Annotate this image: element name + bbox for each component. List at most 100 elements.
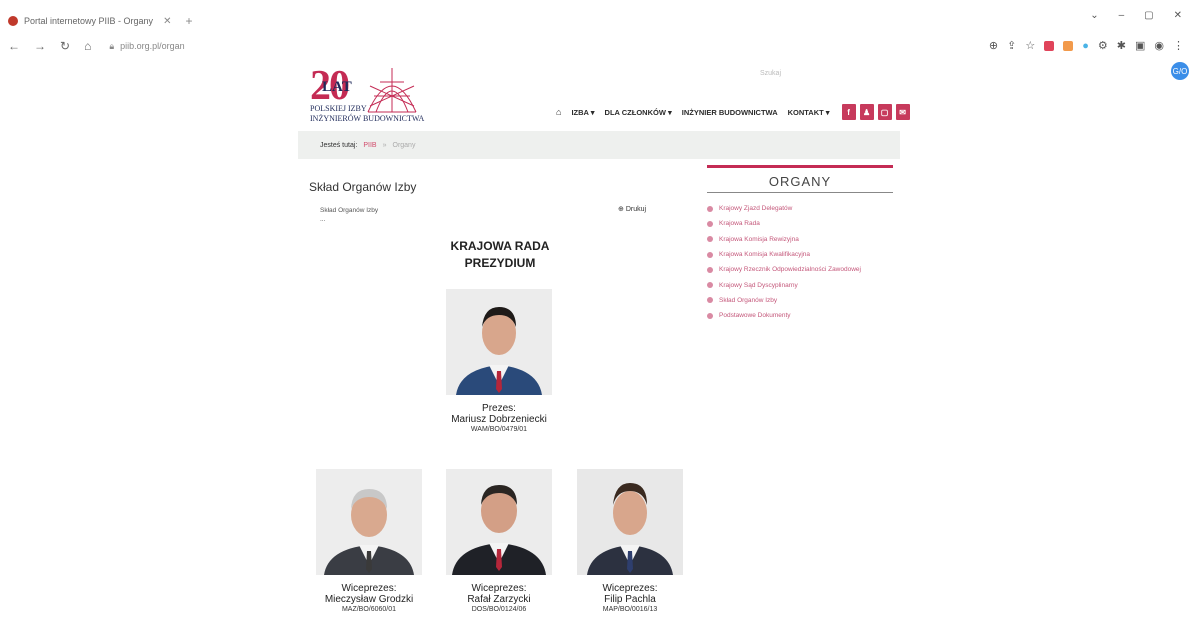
person-photo: [577, 469, 683, 575]
sidebar-item[interactable]: Krajowa Komisja Kwalifikacyjna: [707, 247, 893, 262]
portrait-icon: [446, 289, 552, 395]
extension-red-icon[interactable]: [1044, 40, 1055, 51]
sidebar-item[interactable]: Krajowa Rada: [707, 216, 893, 231]
tab-close-icon[interactable]: ✕: [163, 16, 171, 27]
portrait-icon: [446, 469, 552, 575]
url-text: piib.org.pl/organ: [120, 41, 185, 51]
nav-item-dla-czlonkow[interactable]: DLA CZŁONKÓW ▾: [605, 108, 672, 117]
bullet-icon: [707, 266, 713, 273]
site-favicon-icon: [8, 16, 18, 26]
bullet-icon: [707, 297, 713, 304]
person-card: Prezes: Mariusz Dobrzeniecki WAM/BO/0479…: [432, 289, 566, 433]
bookmark-star-icon[interactable]: ☆: [1025, 39, 1035, 52]
search-hint[interactable]: Szukaj: [760, 70, 781, 77]
sidebar-item[interactable]: Podstawowe Dokumenty: [707, 308, 893, 323]
window-controls: ⌄ – ▢ ✕: [1090, 10, 1182, 21]
menu-dots-icon[interactable]: ⋮: [1173, 39, 1184, 52]
sidepanel-icon[interactable]: ▣: [1135, 39, 1145, 52]
sidebar-item[interactable]: Krajowa Komisja Rewizyjna: [707, 232, 893, 247]
bullet-icon: [707, 251, 713, 258]
extension-gear-icon[interactable]: ⚙: [1098, 39, 1108, 52]
logo-dome-icon: [367, 68, 417, 113]
sidebar-item[interactable]: Krajowy Zjazd Delegatów: [707, 201, 893, 216]
person-photo: [446, 469, 552, 575]
back-icon[interactable]: ←: [8, 39, 20, 53]
social-links: f ♟ ▢ ✉: [841, 104, 910, 120]
logo-line-2: INŻYNIERÓW BUDOWNICTWA: [310, 114, 425, 123]
home-icon[interactable]: ⌂: [84, 39, 91, 53]
print-icon: ⊕: [618, 206, 624, 213]
zoom-icon[interactable]: ⊕: [989, 39, 998, 52]
person-role: Wiceprezes:: [471, 583, 527, 594]
close-window-icon[interactable]: ✕: [1174, 10, 1182, 21]
breadcrumb-separator-icon: »: [382, 141, 387, 149]
person-card: Wiceprezes: Mieczysław Grodzki MAZ/BO/60…: [302, 469, 436, 613]
extensions-puzzle-icon[interactable]: ✱: [1117, 39, 1126, 52]
person-id: MAP/BO/0016/13: [602, 606, 658, 613]
bullet-icon: [707, 205, 713, 212]
bullet-icon: [707, 282, 713, 289]
person-card: Wiceprezes: Filip Pachla MAP/BO/0016/13: [563, 469, 697, 613]
home-nav-icon[interactable]: ⌂: [556, 107, 561, 117]
person-id: MAZ/BO/6060/01: [341, 606, 397, 613]
breadcrumb-prefix: Jesteś tutaj:: [320, 141, 358, 149]
person-card: Wiceprezes: Rafał Zarzycki DOS/BO/0124/0…: [432, 469, 566, 613]
toc-box: Skład Organów Izby ...: [320, 206, 378, 224]
address-bar: ← → ↻ ⌂ 🔒︎ piib.org.pl/organ ⊕ ⇪ ☆ ● ⚙ ✱…: [0, 34, 1192, 58]
section-title: KRAJOWA RADA PREZYDIUM: [450, 239, 550, 270]
minimize-icon[interactable]: –: [1119, 10, 1125, 21]
sidebar-item[interactable]: Krajowy Rzecznik Odpowiedzialności Zawod…: [707, 262, 893, 277]
breadcrumb: Jesteś tutaj: PIIB » Organy: [298, 131, 900, 159]
portrait-icon: [316, 469, 422, 575]
bullet-icon: [707, 220, 713, 227]
chevron-down-icon[interactable]: ⌄: [1090, 10, 1098, 21]
reload-icon[interactable]: ↻: [60, 39, 70, 53]
nav-item-inzynier-budownictwa[interactable]: INŻYNIER BUDOWNICTWA: [682, 108, 778, 117]
mail-icon[interactable]: ✉: [895, 104, 910, 120]
bullet-icon: [707, 312, 713, 319]
user-icon[interactable]: ♟: [859, 104, 874, 120]
person-role: Wiceprezes:: [341, 583, 397, 594]
person-role: Wiceprezes:: [602, 583, 658, 594]
new-tab-icon[interactable]: +: [185, 14, 192, 28]
browser-tab[interactable]: Portal internetowy PIIB - Organy ✕ +: [8, 11, 192, 31]
person-photo: [316, 469, 422, 575]
main-nav: ⌂ IZBA ▾ DLA CZŁONKÓW ▾ INŻYNIER BUDOWNI…: [556, 104, 910, 120]
person-photo: [446, 289, 552, 395]
share-icon[interactable]: ⇪: [1007, 39, 1016, 52]
person-name: Mariusz Dobrzeniecki: [451, 414, 547, 425]
portrait-icon: [577, 469, 683, 575]
facebook-icon[interactable]: f: [841, 104, 856, 120]
toc-item[interactable]: Skład Organów Izby: [320, 206, 378, 215]
sidebar: ORGANY Krajowy Zjazd Delegatów Krajowa R…: [707, 165, 893, 323]
tab-title: Portal internetowy PIIB - Organy: [24, 16, 154, 26]
breadcrumb-link-piib[interactable]: PIIB: [363, 142, 376, 149]
forward-icon[interactable]: →: [34, 39, 46, 53]
person-role: Prezes:: [482, 403, 516, 414]
site-logo[interactable]: 20 LAT POLSKIEJ IZBY INŻYNIERÓW BUDOWNIC…: [310, 63, 430, 126]
maximize-icon[interactable]: ▢: [1144, 10, 1153, 21]
browser-tabbar: Portal internetowy PIIB - Organy ✕ + ⌄ –…: [0, 0, 1192, 34]
toc-item[interactable]: ...: [320, 215, 378, 224]
logo-line-1: POLSKIEJ IZBY: [310, 104, 367, 113]
browser-toolbar: ⊕ ⇪ ☆ ● ⚙ ✱ ▣ ◉ ⋮: [989, 39, 1184, 53]
lock-icon: 🔒︎: [109, 40, 115, 51]
nav-item-izba[interactable]: IZBA ▾: [571, 108, 594, 117]
sidebar-title: ORGANY: [707, 168, 893, 193]
breadcrumb-current: Organy: [392, 141, 416, 149]
window-icon[interactable]: ▢: [877, 104, 892, 120]
url-field[interactable]: 🔒︎ piib.org.pl/organ: [109, 41, 184, 52]
person-name: Mieczysław Grodzki: [324, 594, 414, 605]
person-id: DOS/BO/0124/06: [471, 606, 527, 613]
nav-item-kontakt[interactable]: KONTAKT ▾: [788, 108, 830, 117]
sidebar-item[interactable]: Krajowy Sąd Dyscyplinarny: [707, 277, 893, 292]
page-title: Skład Organów Izby: [309, 180, 417, 194]
profile-avatar-icon[interactable]: ◉: [1154, 39, 1164, 52]
print-button[interactable]: ⊕ Drukuj: [618, 205, 646, 213]
extension-orange-icon[interactable]: [1063, 40, 1074, 51]
side-assistant-icon[interactable]: G/O: [1171, 62, 1189, 80]
bullet-icon: [707, 236, 713, 243]
extension-cloud-icon[interactable]: ●: [1082, 40, 1089, 52]
logo-lat: LAT: [322, 79, 352, 95]
sidebar-item[interactable]: Skład Organów Izby: [707, 293, 893, 308]
